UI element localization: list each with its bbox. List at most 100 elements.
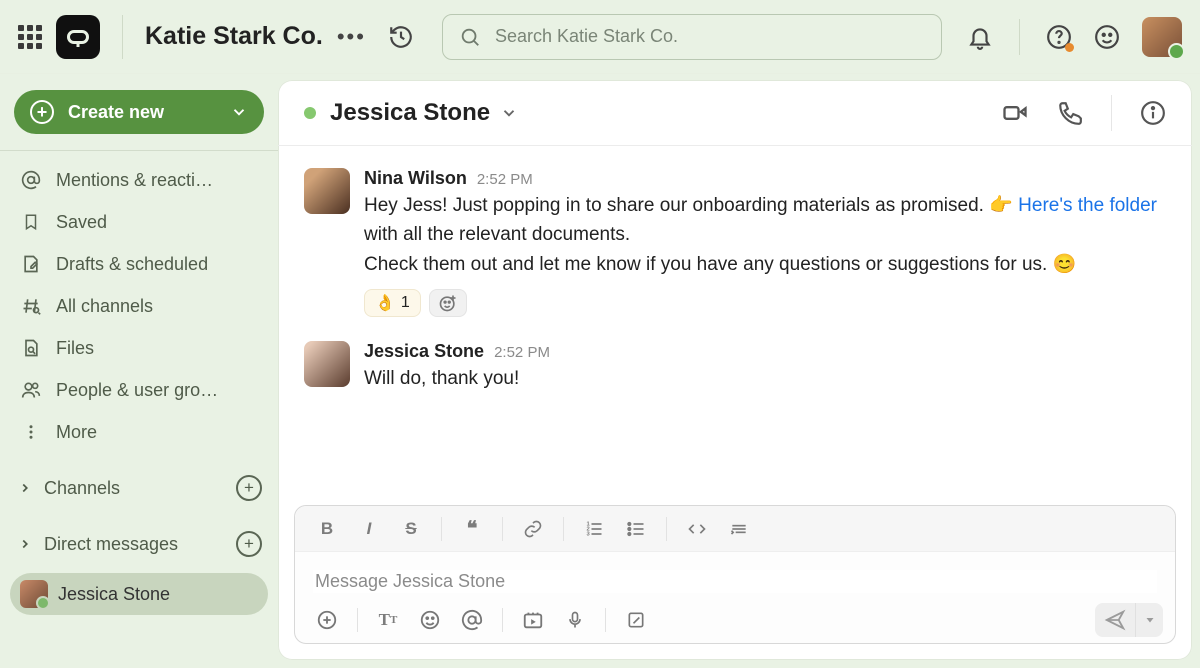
message-sender[interactable]: Jessica Stone [364, 341, 484, 362]
divider [357, 608, 358, 632]
nav-more[interactable]: More [10, 411, 268, 453]
message-text: Hey Jess! Just popping in to share our o… [364, 191, 1166, 279]
codeblock-button[interactable] [719, 513, 759, 545]
send-options-button[interactable] [1135, 603, 1163, 637]
create-new-label: Create new [68, 102, 164, 123]
presence-online-icon [304, 107, 316, 119]
folder-link[interactable]: Here's the folder [1018, 195, 1157, 216]
nav-label: People & user gro… [56, 380, 218, 401]
workspace-name[interactable]: Katie Stark Co. [145, 22, 323, 51]
section-label: Direct messages [44, 534, 226, 555]
shortcut-button[interactable] [616, 604, 656, 636]
notifications-icon[interactable] [967, 24, 993, 50]
more-vertical-icon [20, 422, 42, 442]
add-attachment-button[interactable] [307, 604, 347, 636]
reaction-button[interactable]: 👌 1 [364, 289, 421, 317]
at-icon [20, 170, 42, 190]
chevron-down-icon [230, 103, 248, 121]
message-text: Will do, thank you! [364, 364, 1166, 393]
video-call-button[interactable] [1001, 99, 1029, 127]
message: Nina Wilson 2:52 PM Hey Jess! Just poppi… [304, 168, 1166, 317]
chevron-right-icon [16, 537, 34, 551]
composer-bottom-toolbar: TT [295, 597, 1175, 643]
code-button[interactable] [677, 513, 717, 545]
chat-title[interactable]: Jessica Stone [330, 99, 490, 127]
file-search-icon [20, 338, 42, 358]
format-toolbar: B I S ❝ 123 [295, 506, 1175, 552]
search-input[interactable] [493, 25, 925, 48]
link-button[interactable] [513, 513, 553, 545]
chevron-right-icon [16, 481, 34, 495]
nav-all-channels[interactable]: All channels [10, 285, 268, 327]
nav-label: More [56, 422, 97, 443]
divider [122, 15, 123, 59]
app-logo[interactable] [56, 15, 100, 59]
divider [563, 517, 564, 541]
search-icon [459, 26, 481, 48]
italic-button[interactable]: I [349, 513, 389, 545]
reactions: 👌 1 [364, 289, 1166, 317]
draft-icon [20, 254, 42, 274]
channel-search-icon [20, 296, 42, 316]
audio-clip-button[interactable] [555, 604, 595, 636]
video-clip-button[interactable] [513, 604, 553, 636]
dm-item-active[interactable]: Jessica Stone [10, 573, 268, 615]
phone-call-button[interactable] [1057, 100, 1083, 126]
user-avatar[interactable] [1142, 17, 1182, 57]
chevron-down-icon[interactable] [500, 104, 518, 122]
apps-menu-icon[interactable] [18, 25, 42, 49]
search-box[interactable] [442, 14, 942, 60]
avatar [20, 580, 48, 608]
help-icon[interactable] [1046, 24, 1072, 50]
nav-drafts[interactable]: Drafts & scheduled [10, 243, 268, 285]
point-emoji: 👉 [989, 195, 1013, 216]
info-button[interactable] [1140, 100, 1166, 126]
divider [1111, 95, 1112, 131]
nav-files[interactable]: Files [10, 327, 268, 369]
divider [666, 517, 667, 541]
emoji-status-icon[interactable] [1094, 24, 1120, 50]
avatar[interactable] [304, 341, 350, 387]
message-time: 2:52 PM [494, 344, 550, 361]
add-reaction-icon [438, 293, 458, 313]
bold-button[interactable]: B [307, 513, 347, 545]
quote-button[interactable]: ❝ [452, 513, 492, 545]
nav-people[interactable]: People & user gro… [10, 369, 268, 411]
plus-icon: + [30, 100, 54, 124]
message-input[interactable] [313, 570, 1157, 593]
nav-label: All channels [56, 296, 153, 317]
message-sender[interactable]: Nina Wilson [364, 168, 467, 189]
reaction-count: 1 [401, 294, 410, 312]
add-dm-button[interactable]: + [236, 531, 262, 557]
add-reaction-button[interactable] [429, 289, 467, 317]
create-new-button[interactable]: + Create new [14, 90, 264, 134]
notification-dot [1065, 43, 1074, 52]
send-button[interactable] [1095, 603, 1135, 637]
svg-text:3: 3 [587, 531, 591, 537]
divider [441, 517, 442, 541]
nav-saved[interactable]: Saved [10, 201, 268, 243]
strike-button[interactable]: S [391, 513, 431, 545]
dm-name: Jessica Stone [58, 584, 170, 605]
section-label: Channels [44, 478, 226, 499]
workspace-more-icon[interactable]: ••• [337, 24, 366, 50]
nav-mentions[interactable]: Mentions & reacti… [10, 159, 268, 201]
composer: B I S ❝ 123 [294, 505, 1176, 644]
section-channels[interactable]: Channels + [10, 467, 268, 509]
ordered-list-button[interactable]: 123 [574, 513, 614, 545]
message-time: 2:52 PM [477, 171, 533, 188]
history-icon[interactable] [388, 24, 414, 50]
avatar[interactable] [304, 168, 350, 214]
emoji-button[interactable] [410, 604, 450, 636]
people-icon [20, 380, 42, 400]
add-channel-button[interactable]: + [236, 475, 262, 501]
divider [0, 150, 278, 151]
divider [502, 608, 503, 632]
text-format-button[interactable]: TT [368, 604, 408, 636]
mention-button[interactable] [452, 604, 492, 636]
reaction-emoji: 👌 [375, 293, 395, 313]
section-direct-messages[interactable]: Direct messages + [10, 523, 268, 565]
divider [605, 608, 606, 632]
bullet-list-button[interactable] [616, 513, 656, 545]
chat-header: Jessica Stone [278, 80, 1192, 146]
